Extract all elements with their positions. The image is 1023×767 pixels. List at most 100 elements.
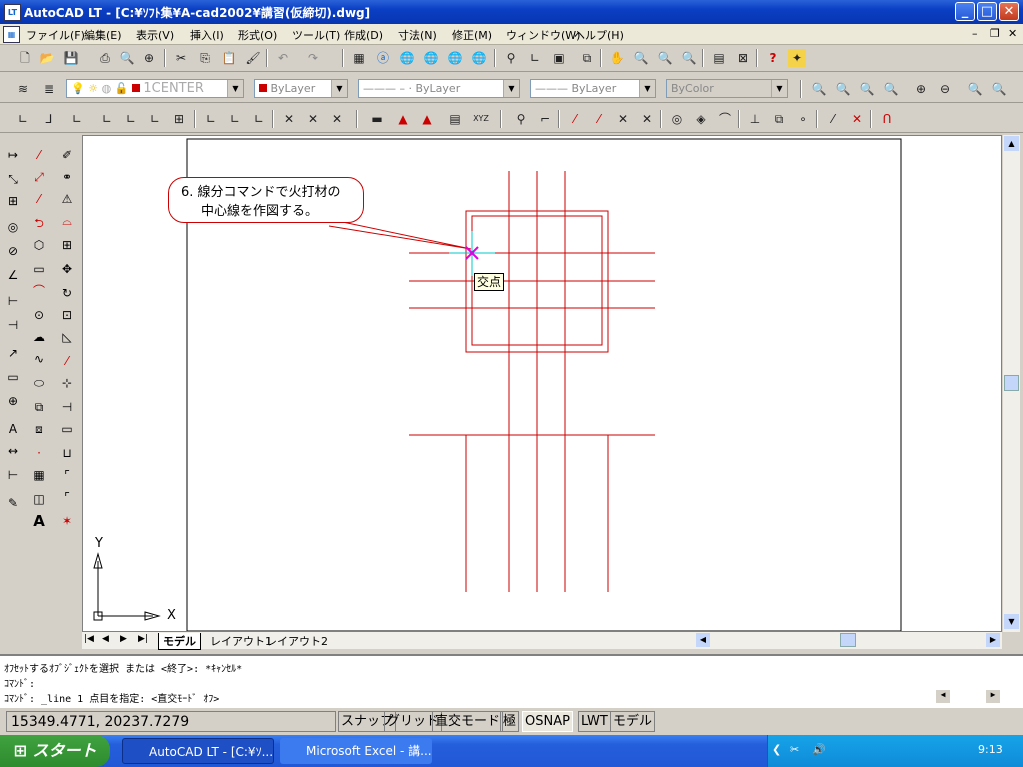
command-input-line[interactable]: ｺﾏﾝﾄﾞ: _line 1 点目を指定: <直交ﾓｰﾄﾞ ｵﾌ> xyxy=(4,690,219,705)
ucs-face-icon[interactable]: ∟ xyxy=(122,110,140,128)
xyz-icon[interactable]: XYZ xyxy=(472,110,490,128)
line-icon[interactable]: ⁄ xyxy=(29,145,49,165)
lineweight-dropdown[interactable]: ——— ByLayer ▼ xyxy=(530,79,656,98)
zoom-scale-icon[interactable]: 🔍 xyxy=(858,80,876,98)
tab-model[interactable]: モデル xyxy=(158,633,201,650)
hyperlink-icon[interactable]: 🌐 xyxy=(446,49,464,67)
zoom-extents-icon[interactable]: 🔍 xyxy=(990,80,1008,98)
command-window[interactable]: ｵﾌｾｯﾄするｵﾌﾞｼﾞｪｸﾄを選択 または <終了>: *ｷｬﾝｾﾙ* ｺﾏﾝ… xyxy=(0,654,1023,708)
dim-aligned-icon[interactable]: ⤡ xyxy=(3,169,23,189)
doc-close-icon[interactable]: ✕ xyxy=(1008,27,1017,40)
dim-edit-icon[interactable]: A xyxy=(3,419,23,439)
scroll-up-icon[interactable]: ▲ xyxy=(1004,136,1019,151)
chamfer-icon[interactable]: ⌜ xyxy=(57,465,77,485)
doc-restore-icon[interactable]: ❐ xyxy=(990,27,1000,40)
taskbar-excel[interactable]: Microsoft Excel - 講... xyxy=(280,738,432,764)
tab-layout2[interactable]: レイアウト2 xyxy=(262,633,332,649)
offset-icon[interactable]: ⌓ xyxy=(57,211,77,231)
pan-icon[interactable]: ✋ xyxy=(608,49,626,67)
zoom-window-icon[interactable]: 🔍 xyxy=(810,80,828,98)
volume-icon[interactable]: 🔊 xyxy=(812,743,826,756)
ucs-world-icon[interactable]: ∟ xyxy=(14,110,32,128)
hatch-icon[interactable]: ▦ xyxy=(29,465,49,485)
dim-continue-icon[interactable]: ⊣ xyxy=(3,315,23,335)
snap-node-icon[interactable]: ∘ xyxy=(794,110,812,128)
tolerance-icon[interactable]: ▭ xyxy=(3,367,23,387)
save-icon[interactable]: 💾 xyxy=(62,49,80,67)
mirror-icon[interactable]: ⚠ xyxy=(57,189,77,209)
revcloud-icon[interactable]: ☁ xyxy=(29,327,49,347)
scroll-right-icon[interactable]: ▶ xyxy=(986,633,1000,647)
open-icon[interactable]: 📂 xyxy=(38,49,56,67)
design-center-icon[interactable]: ▦ xyxy=(350,49,368,67)
stretch-icon[interactable]: ◺ xyxy=(57,327,77,347)
insert-block-icon[interactable]: ⧉ xyxy=(29,397,49,417)
dim-style-icon[interactable]: ✎ xyxy=(3,493,23,513)
make-block-icon[interactable]: ⧈ xyxy=(29,419,49,439)
layer-previous-icon[interactable]: ≣ xyxy=(40,80,58,98)
menu-help[interactable]: ヘルプ(H) xyxy=(574,27,624,43)
menu-edit[interactable]: 編集(E) xyxy=(84,27,122,43)
hscroll-thumb[interactable] xyxy=(840,633,856,647)
layers-icon[interactable]: ≋ xyxy=(14,80,32,98)
arc-icon[interactable]: ⌒ xyxy=(29,281,49,301)
meet-now-icon[interactable]: 🌐 xyxy=(470,49,488,67)
new-icon[interactable]: 🗋 xyxy=(16,49,34,67)
snap-apparent-icon[interactable]: ✕ xyxy=(638,110,656,128)
temp-track-icon[interactable]: ⚲ xyxy=(512,110,530,128)
ucs-rotate-z-icon[interactable]: ✕ xyxy=(328,110,346,128)
ucs-rotate-x-icon[interactable]: ✕ xyxy=(280,110,298,128)
dim-baseline-icon[interactable]: ⊢ xyxy=(3,291,23,311)
autocad-app-icon[interactable]: LT xyxy=(4,4,21,21)
multiline-text-icon[interactable]: A xyxy=(29,511,49,531)
extend-icon[interactable]: ⊣ xyxy=(57,397,77,417)
point-icon[interactable]: · xyxy=(29,443,49,463)
arc-dim-icon[interactable]: ▲ xyxy=(418,110,436,128)
tab-last-icon[interactable]: ▶| xyxy=(138,634,148,644)
help-icon[interactable]: ? xyxy=(764,49,782,67)
cmd-scroll-right-icon[interactable]: ▶ xyxy=(986,690,1000,703)
dim-ordinate-icon[interactable]: ⊞ xyxy=(3,191,23,211)
dbconnect-icon[interactable]: ⊠ xyxy=(734,49,752,67)
snap-midpoint-icon[interactable]: ⁄ xyxy=(590,110,608,128)
snap-center-icon[interactable]: ◎ xyxy=(668,110,686,128)
menu-dimension[interactable]: 寸法(N) xyxy=(398,27,437,43)
ucs-object-icon[interactable]: ∟ xyxy=(98,110,116,128)
doc-minimize-icon[interactable]: – xyxy=(972,27,978,40)
move-icon[interactable]: ✥ xyxy=(57,259,77,279)
linetype-dropdown[interactable]: ——— – · ByLayer ▼ xyxy=(358,79,520,98)
scroll-thumb[interactable] xyxy=(1004,375,1019,391)
redo-icon[interactable]: ↷ xyxy=(304,49,322,67)
osnap-settings-icon[interactable]: Ո xyxy=(878,110,896,128)
tray-app-icon[interactable]: ✂ xyxy=(790,743,799,756)
menu-tools[interactable]: ツール(T) xyxy=(292,27,340,43)
dim-linear-icon[interactable]: ↦ xyxy=(3,145,23,165)
ucs-icon[interactable]: ∟ xyxy=(526,49,544,67)
ortho-toggle[interactable]: 直交モード xyxy=(432,711,504,732)
fillet-icon[interactable]: ⌜ xyxy=(57,487,77,507)
break-point-icon[interactable]: ⊔ xyxy=(57,443,77,463)
lwt-toggle[interactable]: LWT xyxy=(578,711,611,732)
tray-expand-icon[interactable]: ❮ xyxy=(772,743,781,756)
document-icon[interactable]: ▦ xyxy=(3,26,20,43)
print-icon[interactable]: ⎙ xyxy=(96,49,114,67)
dim-angular-icon[interactable]: ∠ xyxy=(3,265,23,285)
calculator-icon[interactable]: ▤ xyxy=(710,49,728,67)
ucs-origin-icon[interactable]: ∟ xyxy=(68,110,86,128)
color-dropdown[interactable]: ByLayer ▼ xyxy=(254,79,348,98)
properties-icon[interactable]: ▣ xyxy=(550,49,568,67)
snap-endpoint-icon[interactable]: ⁄ xyxy=(566,110,584,128)
dim-text-edit-icon[interactable]: ↔ xyxy=(3,441,23,461)
menu-window[interactable]: ウィンドウ(W) xyxy=(506,27,580,43)
paste-icon[interactable]: 📋 xyxy=(220,49,238,67)
model-toggle[interactable]: モデル xyxy=(610,711,656,732)
dim-diameter-icon[interactable]: ⊘ xyxy=(3,241,23,261)
ucs-3-icon[interactable]: ∟ xyxy=(250,110,268,128)
menu-file[interactable]: ファイル(F) xyxy=(26,27,85,43)
menu-insert[interactable]: 挿入(I) xyxy=(190,27,224,43)
taskbar-autocad[interactable]: AutoCAD LT - [C:¥ｿ... xyxy=(122,738,274,764)
zoom-window-icon[interactable]: 🔍 xyxy=(656,49,674,67)
zoom-center-icon[interactable]: 🔍 xyxy=(882,80,900,98)
break-icon[interactable]: ▭ xyxy=(57,419,77,439)
maximize-button[interactable]: □ xyxy=(977,2,997,21)
